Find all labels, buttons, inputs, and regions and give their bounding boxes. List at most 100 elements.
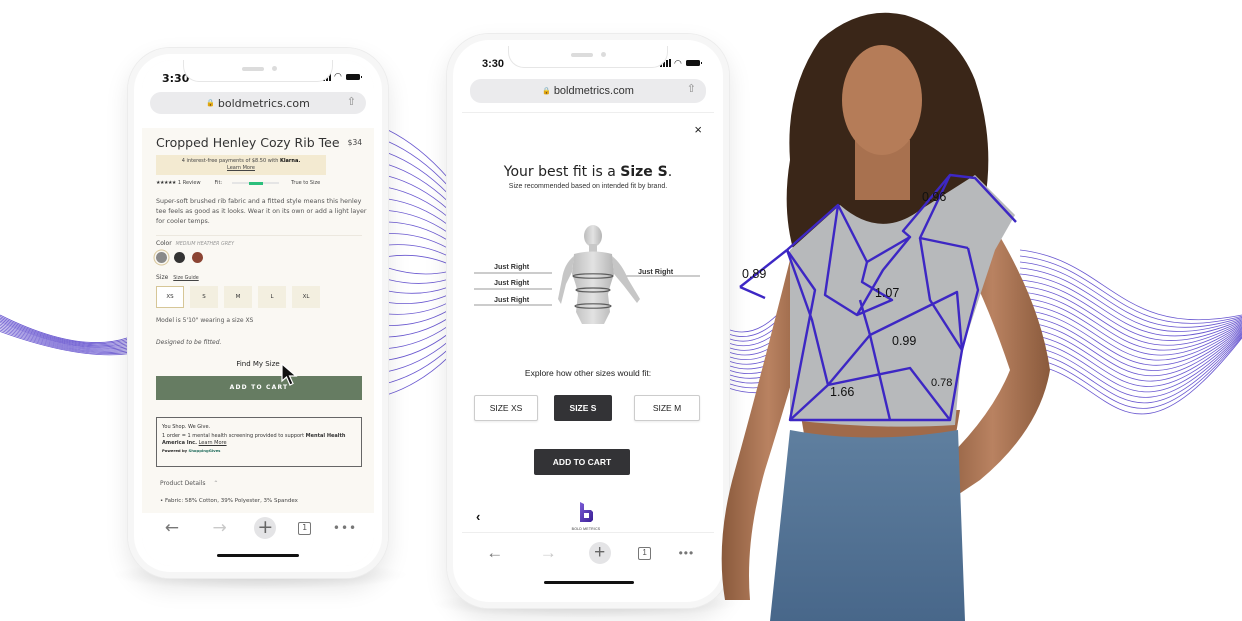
- wave-line: [387, 341, 449, 372]
- wave-line: [387, 254, 449, 265]
- find-my-size-link[interactable]: Find My Size: [142, 360, 374, 368]
- new-tab-plus-icon[interactable]: +: [588, 542, 611, 564]
- tabs-count-icon[interactable]: 1: [638, 546, 652, 560]
- wave-line: [387, 198, 449, 226]
- review-count-link[interactable]: 1 Review: [178, 180, 201, 186]
- measurement-side: 0.78: [931, 377, 953, 389]
- fit-label-hip: Just Right: [494, 295, 530, 304]
- wave-line: [387, 244, 449, 257]
- logo-text: BOLD METRICS: [571, 527, 601, 531]
- size-option-button[interactable]: SIZE S: [554, 395, 612, 421]
- give-learn-more-link[interactable]: Learn More: [199, 440, 227, 446]
- battery-icon: [346, 74, 362, 80]
- color-swatch[interactable]: [192, 252, 203, 263]
- wave-line: [387, 187, 449, 218]
- divider: [156, 235, 362, 236]
- tabs-count-icon[interactable]: 1: [298, 521, 312, 535]
- fit-label-waist: Just Right: [494, 278, 530, 287]
- fitted-note: Designed to be fitted.: [156, 339, 222, 346]
- size-option-button[interactable]: SIZE M: [634, 395, 700, 421]
- size-option-xl[interactable]: XL: [292, 286, 320, 308]
- fabric-detail: • Fabric: 58% Cotton, 39% Polyester, 3% …: [160, 498, 298, 504]
- more-options-icon[interactable]: •••: [679, 546, 695, 560]
- product-details-toggle[interactable]: Product Details ⌃: [160, 480, 218, 487]
- wave-line: [387, 152, 449, 194]
- wave-line: [387, 318, 449, 338]
- measurement-hem: 1.66: [830, 385, 855, 399]
- best-fit-heading: Your best fit is a Size S.: [503, 164, 673, 180]
- status-time: 3:30: [482, 58, 505, 70]
- wave-line: [387, 233, 449, 249]
- wave-line: [0, 325, 131, 351]
- back-arrow-icon[interactable]: ←: [159, 518, 185, 538]
- wave-line: [387, 325, 449, 349]
- klarna-banner: 4 interest-free payments of $8.50 with K…: [156, 155, 326, 175]
- address-bar[interactable]: 🔒 boldmetrics.com ⇧: [150, 92, 366, 114]
- size-selector: XS S M L XL: [156, 286, 320, 308]
- url-text: boldmetrics.com: [217, 96, 310, 110]
- wave-line: [0, 323, 131, 350]
- size-option-xs[interactable]: XS: [156, 286, 184, 308]
- model-size-note: Model is 5'10" wearing a size XS: [156, 317, 254, 324]
- measurement-shoulder: 0.96: [922, 190, 947, 204]
- phone-notch: [183, 60, 333, 82]
- recommended-size: Size S: [620, 164, 668, 180]
- home-indicator[interactable]: [217, 554, 299, 557]
- wave-line: [0, 314, 131, 343]
- size-option-m[interactable]: M: [224, 286, 252, 308]
- wave-line: [0, 316, 131, 345]
- wave-line: [387, 294, 449, 305]
- klarna-brand: Klarna.: [279, 158, 301, 164]
- wave-line: [0, 331, 131, 356]
- wave-line: [0, 322, 131, 349]
- wave-line: [0, 320, 131, 348]
- product-price: $34: [347, 138, 362, 147]
- wave-line: [387, 302, 449, 315]
- size-guide-link[interactable]: Size Guide: [173, 276, 198, 281]
- more-options-icon[interactable]: •••: [333, 521, 357, 535]
- phone-notch: [508, 46, 668, 68]
- back-chevron-icon[interactable]: ‹: [476, 509, 480, 524]
- home-indicator[interactable]: [544, 581, 634, 584]
- wave-line: [0, 317, 131, 346]
- new-tab-plus-icon[interactable]: +: [254, 517, 277, 539]
- give-title: You Shop. We Give.: [162, 424, 211, 430]
- back-arrow-icon[interactable]: ←: [482, 543, 508, 563]
- wave-line: [0, 328, 131, 353]
- size-option-l[interactable]: L: [258, 286, 286, 308]
- shopping-gives-box: You Shop. We Give. 1 order = 1 mental he…: [156, 417, 362, 467]
- bold-metrics-logo-icon: [580, 502, 593, 522]
- color-label: Color MEDIUM HEATHER GREY: [156, 240, 235, 247]
- klarna-learn-more-link[interactable]: Learn More: [156, 165, 326, 172]
- forward-arrow-icon[interactable]: →: [535, 543, 561, 563]
- model-photo-with-fit-mesh: [721, 12, 1050, 621]
- wave-line: [387, 310, 449, 326]
- product-page-screen: 3:30 ◠ 🔒 boldmetrics.com ⇧ Cropped Henle…: [142, 60, 374, 566]
- wave-line: [387, 164, 449, 202]
- measurement-sleeve: 0.89: [742, 267, 767, 281]
- wave-line: [387, 357, 449, 395]
- wave-line: [387, 175, 449, 210]
- product-description: Super-soft brushed rib fabric and a fitt…: [156, 198, 367, 225]
- fit-label-chest: Just Right: [494, 262, 530, 271]
- wave-line: [0, 329, 131, 355]
- size-option-s[interactable]: S: [190, 286, 218, 308]
- wifi-icon: ◠: [674, 58, 682, 68]
- size-option-button[interactable]: SIZE XS: [474, 395, 538, 421]
- wifi-icon: ◠: [334, 72, 342, 82]
- rating-row: ★★★★★ 1 Review Fit: True to Size: [156, 180, 366, 186]
- fit-scale: [232, 181, 280, 185]
- address-bar[interactable]: 🔒 boldmetrics.com ⇧: [470, 79, 706, 103]
- color-swatch[interactable]: [174, 252, 185, 263]
- fit-label-arm: Just Right: [638, 267, 674, 276]
- share-icon[interactable]: ⇧: [687, 82, 696, 95]
- forward-arrow-icon[interactable]: →: [207, 518, 233, 538]
- url-text: boldmetrics.com: [553, 85, 634, 97]
- color-swatch[interactable]: [156, 252, 167, 263]
- wave-line: [387, 279, 449, 284]
- shopping-gives-brand: ShoppingGives: [188, 448, 221, 453]
- add-to-cart-button[interactable]: ADD TO CART: [156, 376, 362, 400]
- add-to-cart-button[interactable]: ADD TO CART: [534, 449, 630, 475]
- recommendation-subtitle: Size recommended based on intended fit b…: [508, 183, 668, 190]
- share-icon[interactable]: ⇧: [347, 95, 356, 108]
